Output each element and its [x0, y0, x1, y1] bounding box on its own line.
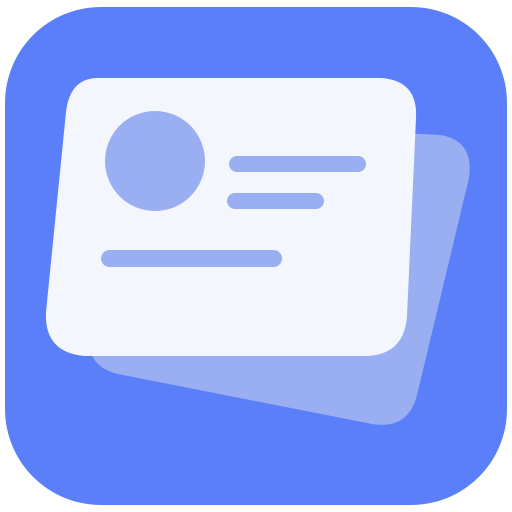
app-icon[interactable] — [0, 0, 512, 512]
text-line-short — [227, 193, 324, 209]
text-line-bottom — [101, 250, 282, 267]
text-line-long — [229, 156, 366, 172]
id-card-stack-icon — [5, 7, 507, 505]
avatar-circle — [105, 111, 205, 211]
front-card — [45, 78, 417, 356]
